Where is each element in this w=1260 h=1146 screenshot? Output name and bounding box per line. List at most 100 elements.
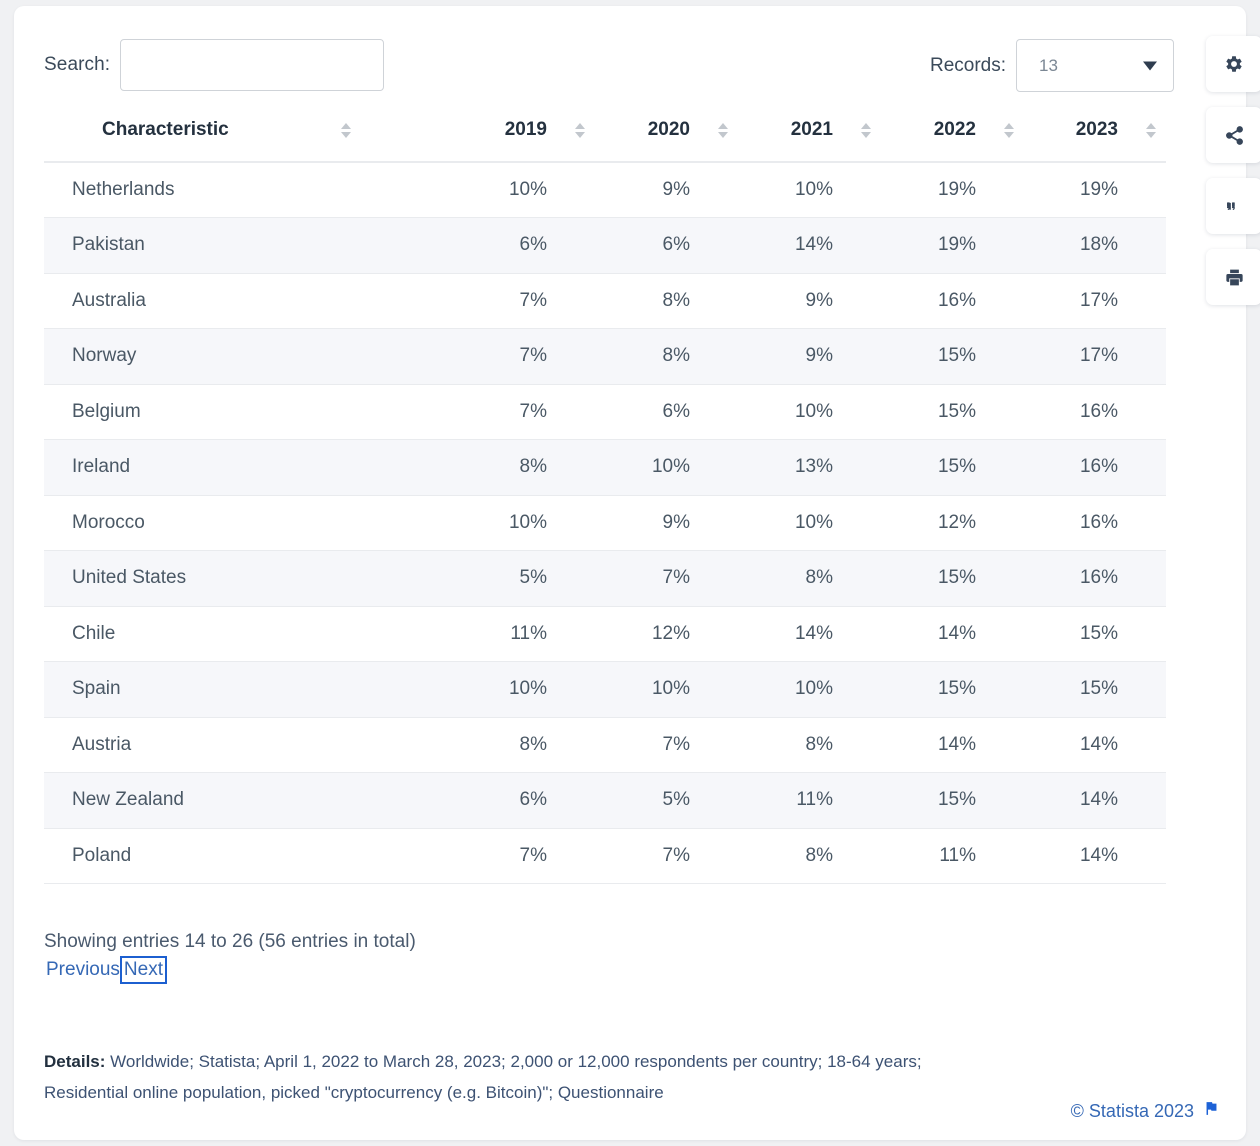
cell-2023: 14% (1024, 773, 1166, 829)
cell-2019: 10% (448, 162, 595, 218)
column-header-2019[interactable]: 2019 (448, 119, 595, 162)
column-header-2022[interactable]: 2022 (881, 119, 1024, 162)
search-input[interactable] (120, 39, 384, 91)
cell-2023: 17% (1024, 273, 1166, 329)
column-header-2020[interactable]: 2020 (595, 119, 738, 162)
details-text: Worldwide; Statista; April 1, 2022 to Ma… (44, 1052, 922, 1102)
table-header-row: Characteristic 2019 20 (44, 119, 1166, 162)
cell-characteristic: Ireland (44, 440, 448, 496)
cell-2019: 6% (448, 773, 595, 829)
cell-2019: 5% (448, 551, 595, 607)
column-header-2021[interactable]: 2021 (738, 119, 881, 162)
sort-icon[interactable] (341, 123, 351, 138)
cell-2022: 12% (881, 495, 1024, 551)
cell-2019: 10% (448, 495, 595, 551)
data-table-container: Characteristic 2019 20 (44, 119, 1166, 884)
cell-2021: 8% (738, 551, 881, 607)
previous-page-link[interactable]: Previous (44, 958, 122, 982)
cell-2021: 8% (738, 828, 881, 884)
cell-2019: 7% (448, 329, 595, 385)
cell-2021: 9% (738, 329, 881, 385)
cell-2019: 7% (448, 384, 595, 440)
cell-2023: 15% (1024, 662, 1166, 718)
column-label: 2021 (791, 119, 833, 141)
table-toolbar: Search: Records: 13 (14, 6, 1246, 116)
cell-2023: 16% (1024, 495, 1166, 551)
cell-2021: 9% (738, 273, 881, 329)
column-label: 2023 (1076, 119, 1118, 141)
table-row: Belgium7%6%10%15%16% (44, 384, 1166, 440)
sort-icon[interactable] (1004, 123, 1014, 138)
print-button[interactable] (1206, 249, 1260, 305)
cell-2023: 18% (1024, 218, 1166, 274)
quote-icon (1224, 196, 1244, 216)
cell-2021: 14% (738, 606, 881, 662)
data-table: Characteristic 2019 20 (44, 119, 1166, 884)
cell-2022: 14% (881, 717, 1024, 773)
details-note: Details: Worldwide; Statista; April 1, 2… (44, 1046, 934, 1108)
cell-2022: 15% (881, 440, 1024, 496)
records-select[interactable]: 13 (1016, 39, 1174, 92)
cell-2019: 8% (448, 440, 595, 496)
cell-2021: 10% (738, 495, 881, 551)
sort-icon[interactable] (861, 123, 871, 138)
table-row: New Zealand6%5%11%15%14% (44, 773, 1166, 829)
cell-2023: 16% (1024, 440, 1166, 496)
chevron-down-icon (1143, 61, 1157, 70)
column-header-characteristic[interactable]: Characteristic (44, 119, 448, 162)
pagination-info: Showing entries 14 to 26 (56 entries in … (44, 931, 1044, 953)
cell-2020: 12% (595, 606, 738, 662)
flag-icon[interactable] (1203, 1100, 1220, 1122)
cell-characteristic: United States (44, 551, 448, 607)
table-row: Chile11%12%14%14%15% (44, 606, 1166, 662)
cell-characteristic: Morocco (44, 495, 448, 551)
table-row: Pakistan6%6%14%19%18% (44, 218, 1166, 274)
table-row: Ireland8%10%13%15%16% (44, 440, 1166, 496)
table-row: Spain10%10%10%15%15% (44, 662, 1166, 718)
records-selected-value: 13 (1017, 56, 1058, 76)
cell-2020: 8% (595, 273, 738, 329)
sort-icon[interactable] (718, 123, 728, 138)
cell-2019: 11% (448, 606, 595, 662)
cell-2020: 9% (595, 495, 738, 551)
pagination: Showing entries 14 to 26 (56 entries in … (44, 931, 1044, 982)
search-control: Search: (44, 39, 384, 91)
action-rail (1206, 36, 1260, 305)
cell-characteristic: Australia (44, 273, 448, 329)
cell-2021: 13% (738, 440, 881, 496)
settings-button[interactable] (1206, 36, 1260, 92)
print-icon (1224, 267, 1245, 288)
column-label: 2019 (505, 119, 547, 141)
table-row: Austria8%7%8%14%14% (44, 717, 1166, 773)
cell-2021: 10% (738, 384, 881, 440)
cell-2020: 6% (595, 218, 738, 274)
cell-2022: 15% (881, 773, 1024, 829)
column-label: 2022 (934, 119, 976, 141)
cell-2020: 7% (595, 828, 738, 884)
cell-2021: 8% (738, 717, 881, 773)
column-label: 2020 (648, 119, 690, 141)
cell-2022: 11% (881, 828, 1024, 884)
cell-2019: 7% (448, 828, 595, 884)
cell-2019: 8% (448, 717, 595, 773)
cell-2019: 10% (448, 662, 595, 718)
search-label: Search: (44, 54, 110, 76)
column-header-2023[interactable]: 2023 (1024, 119, 1166, 162)
cell-2021: 14% (738, 218, 881, 274)
cell-2020: 7% (595, 551, 738, 607)
cell-2022: 19% (881, 162, 1024, 218)
table-row: Australia7%8%9%16%17% (44, 273, 1166, 329)
sort-icon[interactable] (575, 123, 585, 138)
citation-button[interactable] (1206, 178, 1260, 234)
sort-icon[interactable] (1146, 123, 1156, 138)
table-row: United States5%7%8%15%16% (44, 551, 1166, 607)
gear-icon (1223, 53, 1245, 75)
cell-2022: 15% (881, 551, 1024, 607)
table-row: Netherlands10%9%10%19%19% (44, 162, 1166, 218)
cell-characteristic: Poland (44, 828, 448, 884)
next-page-link[interactable]: Next (122, 958, 165, 982)
share-button[interactable] (1206, 107, 1260, 163)
cell-2020: 10% (595, 440, 738, 496)
copyright-text: © Statista 2023 (1071, 1101, 1194, 1122)
cell-2022: 15% (881, 662, 1024, 718)
